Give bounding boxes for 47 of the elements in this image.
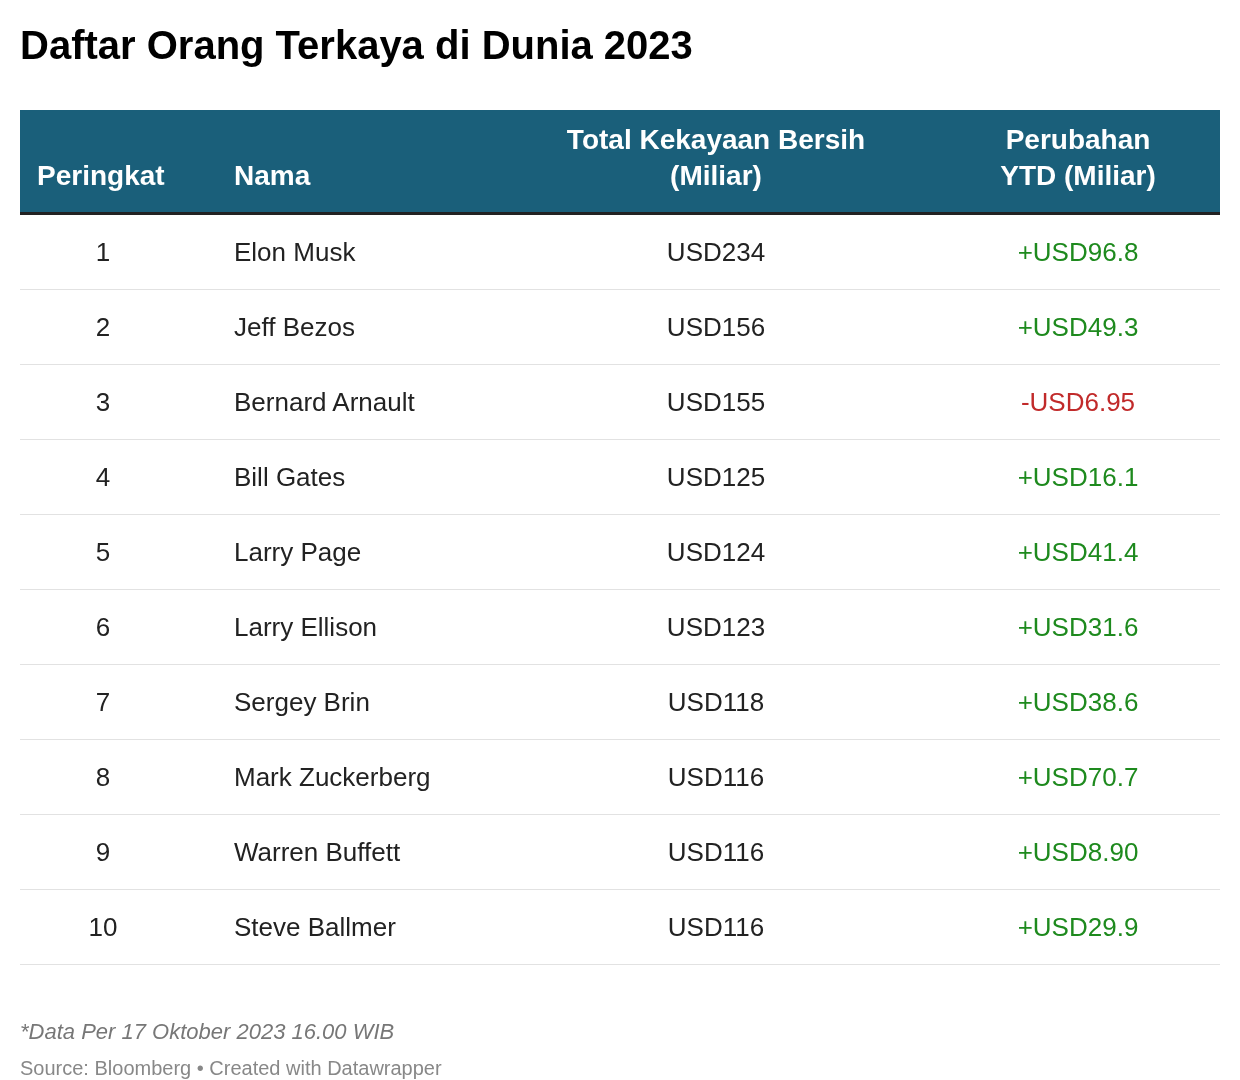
rank-cell-text: 10 <box>87 911 119 943</box>
name-cell-text: Mark Zuckerberg <box>233 761 432 793</box>
rank-cell-text: 3 <box>94 386 112 418</box>
net-worth-cell-text: USD116 <box>666 761 766 793</box>
name-cell-text: Bernard Arnault <box>233 386 416 418</box>
change-cell-text: +USD96.8 <box>1016 236 1140 268</box>
change-cell-text: +USD38.6 <box>1016 686 1140 718</box>
rank-cell-text: 7 <box>94 686 112 718</box>
change-cell-text: +USD49.3 <box>1016 311 1140 343</box>
name-cell-text: Larry Page <box>233 536 363 568</box>
change-cell-text: +USD70.7 <box>1016 761 1140 793</box>
rank-cell-text: 1 <box>94 236 112 268</box>
net-worth-cell-text: USD116 <box>666 836 766 868</box>
change-cell-text: +USD8.90 <box>1016 836 1140 868</box>
net-worth-cell-text: USD124 <box>665 536 767 568</box>
column-header: Perubahan YTD (Miliar) <box>999 123 1157 193</box>
name-cell-text: Sergey Brin <box>233 686 371 718</box>
source-note: Source: Bloomberg • Created with Datawrapper <box>20 1057 443 1080</box>
name-cell-text: Larry Ellison <box>233 611 379 643</box>
net-worth-cell-text: USD155 <box>665 386 767 418</box>
change-cell-text: +USD16.1 <box>1016 461 1140 493</box>
rank-cell-text: 2 <box>94 311 112 343</box>
net-worth-cell-text: USD118 <box>666 686 766 718</box>
net-worth-cell-text: USD123 <box>665 611 767 643</box>
name-cell-text: Bill Gates <box>233 461 347 493</box>
change-cell-text: +USD41.4 <box>1016 536 1140 568</box>
net-worth-cell-text: USD234 <box>665 236 767 268</box>
rank-cell-text: 5 <box>94 536 112 568</box>
change-cell-text: +USD31.6 <box>1016 611 1140 643</box>
net-worth-cell-text: USD125 <box>665 461 767 493</box>
rank-cell-text: 9 <box>94 836 112 868</box>
data-note: *Data Per 17 Oktober 2023 16.00 WIB <box>20 1019 396 1045</box>
name-cell-text: Elon Musk <box>233 236 357 268</box>
column-header: Nama <box>233 159 312 193</box>
change-cell-text: +USD29.9 <box>1016 911 1140 943</box>
column-header: Total Kekayaan Bersih (Miliar) <box>565 123 867 193</box>
name-cell-text: Jeff Bezos <box>233 311 356 343</box>
column-header: Peringkat <box>36 159 166 193</box>
net-worth-cell-text: USD116 <box>666 911 766 943</box>
chart-title: Daftar Orang Terkaya di Dunia 2023 <box>20 22 694 69</box>
net-worth-cell-text: USD156 <box>665 311 767 343</box>
change-cell-text: -USD6.95 <box>1019 386 1137 418</box>
name-cell-text: Warren Buffett <box>233 836 402 868</box>
rank-cell-text: 6 <box>94 611 112 643</box>
name-cell-text: Steve Ballmer <box>233 911 397 943</box>
rank-cell-text: 4 <box>94 461 112 493</box>
rank-cell-text: 8 <box>94 761 112 793</box>
